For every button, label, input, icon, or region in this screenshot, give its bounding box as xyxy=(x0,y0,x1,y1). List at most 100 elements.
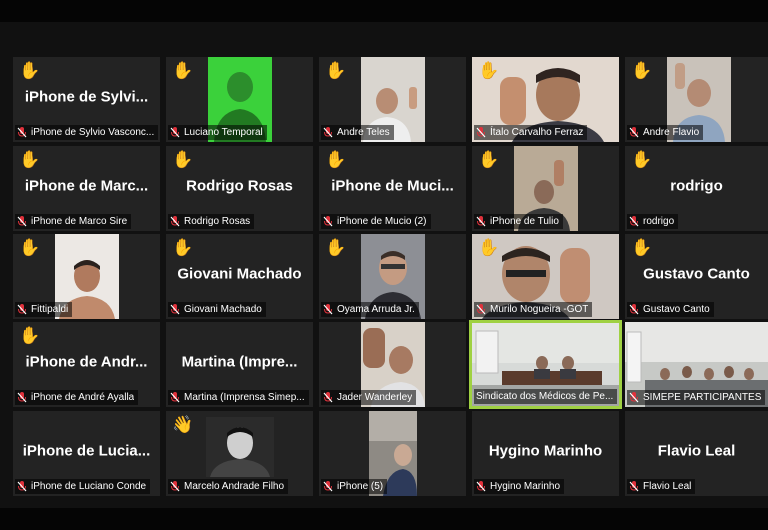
mic-muted-icon xyxy=(629,304,639,315)
participant-video xyxy=(206,417,274,477)
participant-name: iPhone de Lucia... xyxy=(22,442,151,459)
mic-muted-icon xyxy=(476,127,486,138)
participant-tile[interactable]: ✋ rodrigo rodrigo xyxy=(625,146,768,231)
participant-tile[interactable]: iPhone de Lucia... iPhone de Luciano Con… xyxy=(13,411,160,496)
raised-hand-icon: ✋ xyxy=(478,238,500,257)
name-label: Sindicato dos Médicos de Pe... xyxy=(474,389,618,404)
window-bottom-bar xyxy=(0,508,768,530)
mic-muted-icon xyxy=(629,127,639,138)
name-label: iPhone de Marco Sire xyxy=(15,214,132,229)
mic-muted-icon xyxy=(17,304,27,315)
mic-muted-icon xyxy=(629,216,639,227)
name-label: Oyama Arruda Jr. xyxy=(321,302,419,317)
participant-tile[interactable]: iPhone (5) xyxy=(319,411,466,496)
mic-muted-icon xyxy=(17,481,27,492)
participant-tile[interactable]: Hygino Marinho Hygino Marinho xyxy=(472,411,619,496)
name-label: Martina (Imprensa Simep... xyxy=(168,390,309,405)
participant-name: Gustavo Canto xyxy=(643,265,750,282)
participant-tile[interactable]: ✋ Gustavo Canto Gustavo Canto xyxy=(625,234,768,319)
participant-tile[interactable]: ✋ iPhone de Muci... iPhone de Mucio (2) xyxy=(319,146,466,231)
participant-name: rodrigo xyxy=(670,177,723,194)
mic-muted-icon xyxy=(323,392,333,403)
mic-muted-icon xyxy=(17,392,27,403)
name-label: Giovani Machado xyxy=(168,302,266,317)
name-label: iPhone de Mucio (2) xyxy=(321,214,431,229)
raised-hand-icon: ✋ xyxy=(172,61,194,80)
mic-muted-icon xyxy=(17,216,27,227)
gallery-grid: ✋ iPhone de Sylvi... iPhone de Sylvio Va… xyxy=(0,22,768,508)
mic-muted-icon xyxy=(629,481,639,492)
mic-muted-icon xyxy=(170,304,180,315)
raised-hand-icon: ✋ xyxy=(325,61,347,80)
raised-hand-icon: ✋ xyxy=(631,238,653,257)
name-label: Fittipaldi xyxy=(15,302,73,317)
name-label: Gustavo Canto xyxy=(627,302,714,317)
name-label: Marcelo Andrade Filho xyxy=(168,479,289,494)
mic-muted-icon xyxy=(476,216,486,227)
participant-name: Martina (Impre... xyxy=(181,353,298,370)
mic-muted-icon xyxy=(629,392,639,403)
name-label: Hygino Marinho xyxy=(474,479,565,494)
participant-tile[interactable]: ✋ iPhone de Tulio xyxy=(472,146,619,231)
participant-tile[interactable]: ✋ Andre Teles xyxy=(319,57,466,142)
participant-tile[interactable]: Jader Wanderley xyxy=(319,322,466,407)
mic-muted-icon xyxy=(323,481,333,492)
participant-tile[interactable]: ✋ Ítalo Carvalho Ferraz xyxy=(472,57,619,142)
name-label: Rodrigo Rosas xyxy=(168,214,255,229)
name-label: SIMEPE PARTICIPANTES xyxy=(627,390,766,405)
mic-muted-icon xyxy=(323,304,333,315)
participant-name: iPhone de Sylvi... xyxy=(24,88,149,105)
participant-name: Hygino Marinho xyxy=(488,442,603,459)
raised-hand-icon: ✋ xyxy=(325,238,347,257)
raised-hand-icon: ✋ xyxy=(631,61,653,80)
participant-name: iPhone de Andr... xyxy=(25,353,148,370)
mic-muted-icon xyxy=(170,216,180,227)
name-label: Luciano Temporal xyxy=(168,125,267,140)
participant-name: Flavio Leal xyxy=(657,442,736,459)
mic-muted-icon xyxy=(476,304,486,315)
raised-hand-icon: ✋ xyxy=(325,150,347,169)
participant-tile[interactable]: Martina (Impre... Martina (Imprensa Sime… xyxy=(166,322,313,407)
mic-muted-icon xyxy=(170,392,180,403)
person-silhouette xyxy=(210,427,270,477)
participant-name: iPhone de Marc... xyxy=(24,177,149,194)
raised-hand-icon: ✋ xyxy=(19,61,41,80)
mic-muted-icon xyxy=(170,127,180,138)
raised-hand-icon: ✋ xyxy=(19,326,41,345)
participant-tile[interactable]: ✋ Andre Flavio xyxy=(625,57,768,142)
participant-tile[interactable]: ✋ iPhone de Marc... iPhone de Marco Sire xyxy=(13,146,160,231)
mic-muted-icon xyxy=(323,127,333,138)
name-label: Andre Flavio xyxy=(627,125,704,140)
raised-hand-icon: ✋ xyxy=(19,150,41,169)
name-label: iPhone de Luciano Conde xyxy=(15,479,151,494)
raised-hand-icon: ✋ xyxy=(172,150,194,169)
name-label: Andre Teles xyxy=(321,125,394,140)
participant-tile[interactable]: ✋ Rodrigo Rosas Rodrigo Rosas xyxy=(166,146,313,231)
participant-tile[interactable]: ✋ iPhone de Andr... iPhone de André Ayal… xyxy=(13,322,160,407)
active-speaker-tile[interactable]: Sindicato dos Médicos de Pe... xyxy=(469,320,622,409)
participant-tile[interactable]: 👋 Marcelo Andrade Filho xyxy=(166,411,313,496)
raised-hand-icon: ✋ xyxy=(19,238,41,257)
participant-tile[interactable]: ✋ iPhone de Sylvi... iPhone de Sylvio Va… xyxy=(13,57,160,142)
mic-muted-icon xyxy=(170,481,180,492)
raised-hand-icon: ✋ xyxy=(478,61,500,80)
name-label: iPhone de Sylvio Vasconc... xyxy=(15,125,159,140)
raised-hand-icon: ✋ xyxy=(172,238,194,257)
participant-name: iPhone de Muci... xyxy=(331,177,454,194)
participant-tile[interactable]: Flavio Leal Flavio Leal xyxy=(625,411,768,496)
participant-tile[interactable]: ✋ Giovani Machado Giovani Machado xyxy=(166,234,313,319)
participant-tile[interactable]: ✋ Fittipaldi xyxy=(13,234,160,319)
participant-tile[interactable]: ✋ Murilo Nogueira -GOT xyxy=(472,234,619,319)
raised-hand-icon: ✋ xyxy=(631,150,653,169)
name-label: iPhone (5) xyxy=(321,479,388,494)
participant-tile[interactable]: ✋ Oyama Arruda Jr. xyxy=(319,234,466,319)
participant-name: Giovani Machado xyxy=(177,265,302,282)
name-label: Flavio Leal xyxy=(627,479,696,494)
mic-muted-icon xyxy=(476,481,486,492)
name-label: Jader Wanderley xyxy=(321,390,417,405)
name-label: iPhone de André Ayalla xyxy=(15,390,139,405)
mic-muted-icon xyxy=(323,216,333,227)
participant-tile[interactable]: SIMEPE PARTICIPANTES xyxy=(625,322,768,407)
participant-tile[interactable]: ✋ Luciano Temporal xyxy=(166,57,313,142)
participant-name: Rodrigo Rosas xyxy=(186,177,293,194)
